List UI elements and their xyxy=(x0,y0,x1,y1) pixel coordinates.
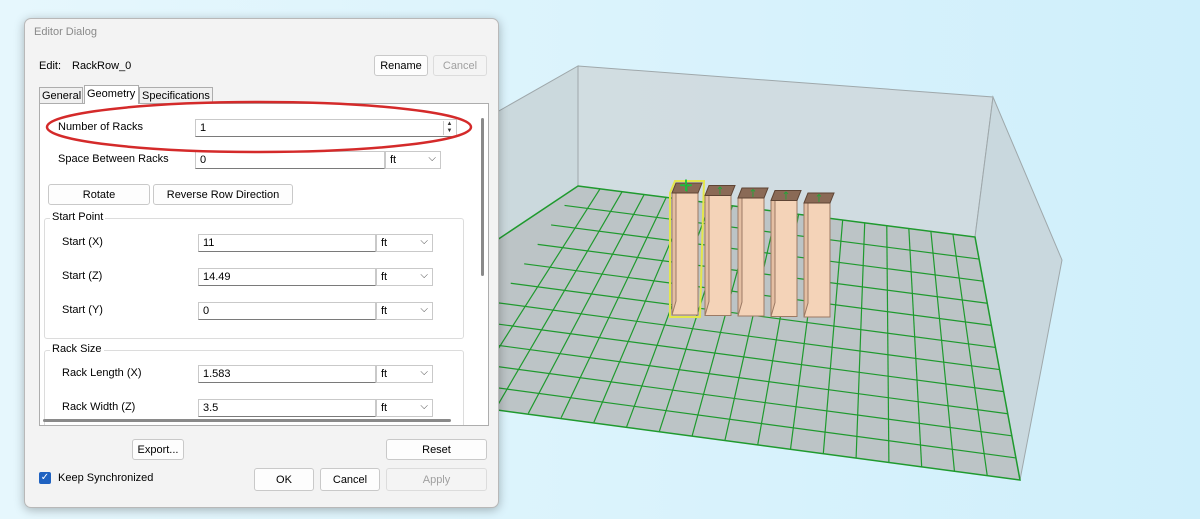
rack[interactable]: ↑ xyxy=(770,190,802,317)
start-x-input[interactable]: 11 xyxy=(198,234,376,252)
rename-button[interactable]: Rename xyxy=(374,55,428,76)
rack-side xyxy=(770,190,776,317)
chevron-down-icon: ⌵ xyxy=(420,401,428,412)
start-point-title: Start Point xyxy=(50,211,106,223)
start-x-unit-value: ft xyxy=(381,237,388,249)
space-between-racks-value: 0 xyxy=(200,154,207,166)
reset-button[interactable]: Reset xyxy=(386,439,487,460)
direction-arrow-icon: ↑ xyxy=(715,185,724,198)
dialog-title: Editor Dialog xyxy=(34,26,97,38)
start-x-unit-select[interactable]: ft ⌵ xyxy=(376,234,433,252)
rack[interactable]: ↑ xyxy=(803,192,835,318)
rack[interactable]: ↑ xyxy=(704,185,736,316)
rack-length-input[interactable]: 1.583 xyxy=(198,365,376,383)
space-between-unit-value: ft xyxy=(390,154,397,166)
start-y-unit-value: ft xyxy=(381,305,388,317)
chevron-down-icon: ⌵ xyxy=(420,270,428,281)
rack-size-title: Rack Size xyxy=(50,343,104,355)
start-x-value: 11 xyxy=(203,237,215,249)
reverse-row-direction-button[interactable]: Reverse Row Direction xyxy=(153,184,293,205)
rack-length-unit-select[interactable]: ft ⌵ xyxy=(376,365,433,383)
rack-side xyxy=(704,185,710,316)
start-y-input[interactable]: 0 xyxy=(198,302,376,320)
keep-synchronized-label: Keep Synchronized xyxy=(58,472,154,484)
cancel-rename-button[interactable]: Cancel xyxy=(433,55,487,76)
chevron-down-icon: ⌵ xyxy=(420,367,428,378)
start-y-value: 0 xyxy=(203,305,210,317)
start-x-label: Start (X) xyxy=(62,236,103,248)
direction-arrow-icon: ↑ xyxy=(748,187,757,200)
start-z-input[interactable]: 14.49 xyxy=(198,268,376,286)
start-y-unit-select[interactable]: ft ⌵ xyxy=(376,302,433,320)
horizontal-scrollbar[interactable] xyxy=(43,419,451,422)
rotate-button[interactable]: Rotate xyxy=(48,184,150,205)
rack-length-label: Rack Length (X) xyxy=(62,367,142,379)
rack-width-input[interactable]: 3.5 xyxy=(198,399,376,417)
rack-row[interactable]: ↑✛ ↑ ↑ ↑ ↑ xyxy=(669,176,835,318)
rack-width-unit-select[interactable]: ft ⌵ xyxy=(376,399,433,417)
edit-object-name: RackRow_0 xyxy=(72,60,132,72)
export-button[interactable]: Export... xyxy=(132,439,184,460)
ok-button[interactable]: OK xyxy=(254,468,314,491)
tab-geometry[interactable]: Geometry xyxy=(84,85,139,104)
rack-side xyxy=(737,187,743,317)
cancel-button[interactable]: Cancel xyxy=(320,468,380,491)
rack-width-label: Rack Width (Z) xyxy=(62,401,136,413)
chevron-down-icon: ⌵ xyxy=(420,304,428,315)
editor-dialog: Editor Dialog Edit: RackRow_0 Rename Can… xyxy=(24,18,499,508)
chevron-down-icon: ⌵ xyxy=(420,236,428,247)
rack[interactable]: ↑ xyxy=(737,187,769,317)
move-handle-icon[interactable]: ✛ xyxy=(679,176,692,195)
start-z-value: 14.49 xyxy=(203,271,231,283)
rack-length-value: 1.583 xyxy=(203,368,231,380)
rack-length-unit-value: ft xyxy=(381,368,388,380)
apply-button[interactable]: Apply xyxy=(386,468,487,491)
rack-side xyxy=(671,182,677,316)
start-z-unit-select[interactable]: ft ⌵ xyxy=(376,268,433,286)
direction-arrow-icon: ↑ xyxy=(781,190,790,203)
start-z-unit-value: ft xyxy=(381,271,388,283)
rack-width-unit-value: ft xyxy=(381,402,388,414)
direction-arrow-icon: ↑ xyxy=(814,192,823,205)
highlight-ellipse xyxy=(45,100,473,154)
keep-synchronized-checkbox[interactable]: ✓ xyxy=(39,472,51,484)
start-y-label: Start (Y) xyxy=(62,304,103,316)
rack-width-value: 3.5 xyxy=(203,402,219,414)
rack-side xyxy=(803,192,809,318)
edit-label: Edit: xyxy=(39,60,62,72)
start-z-label: Start (Z) xyxy=(62,270,103,282)
